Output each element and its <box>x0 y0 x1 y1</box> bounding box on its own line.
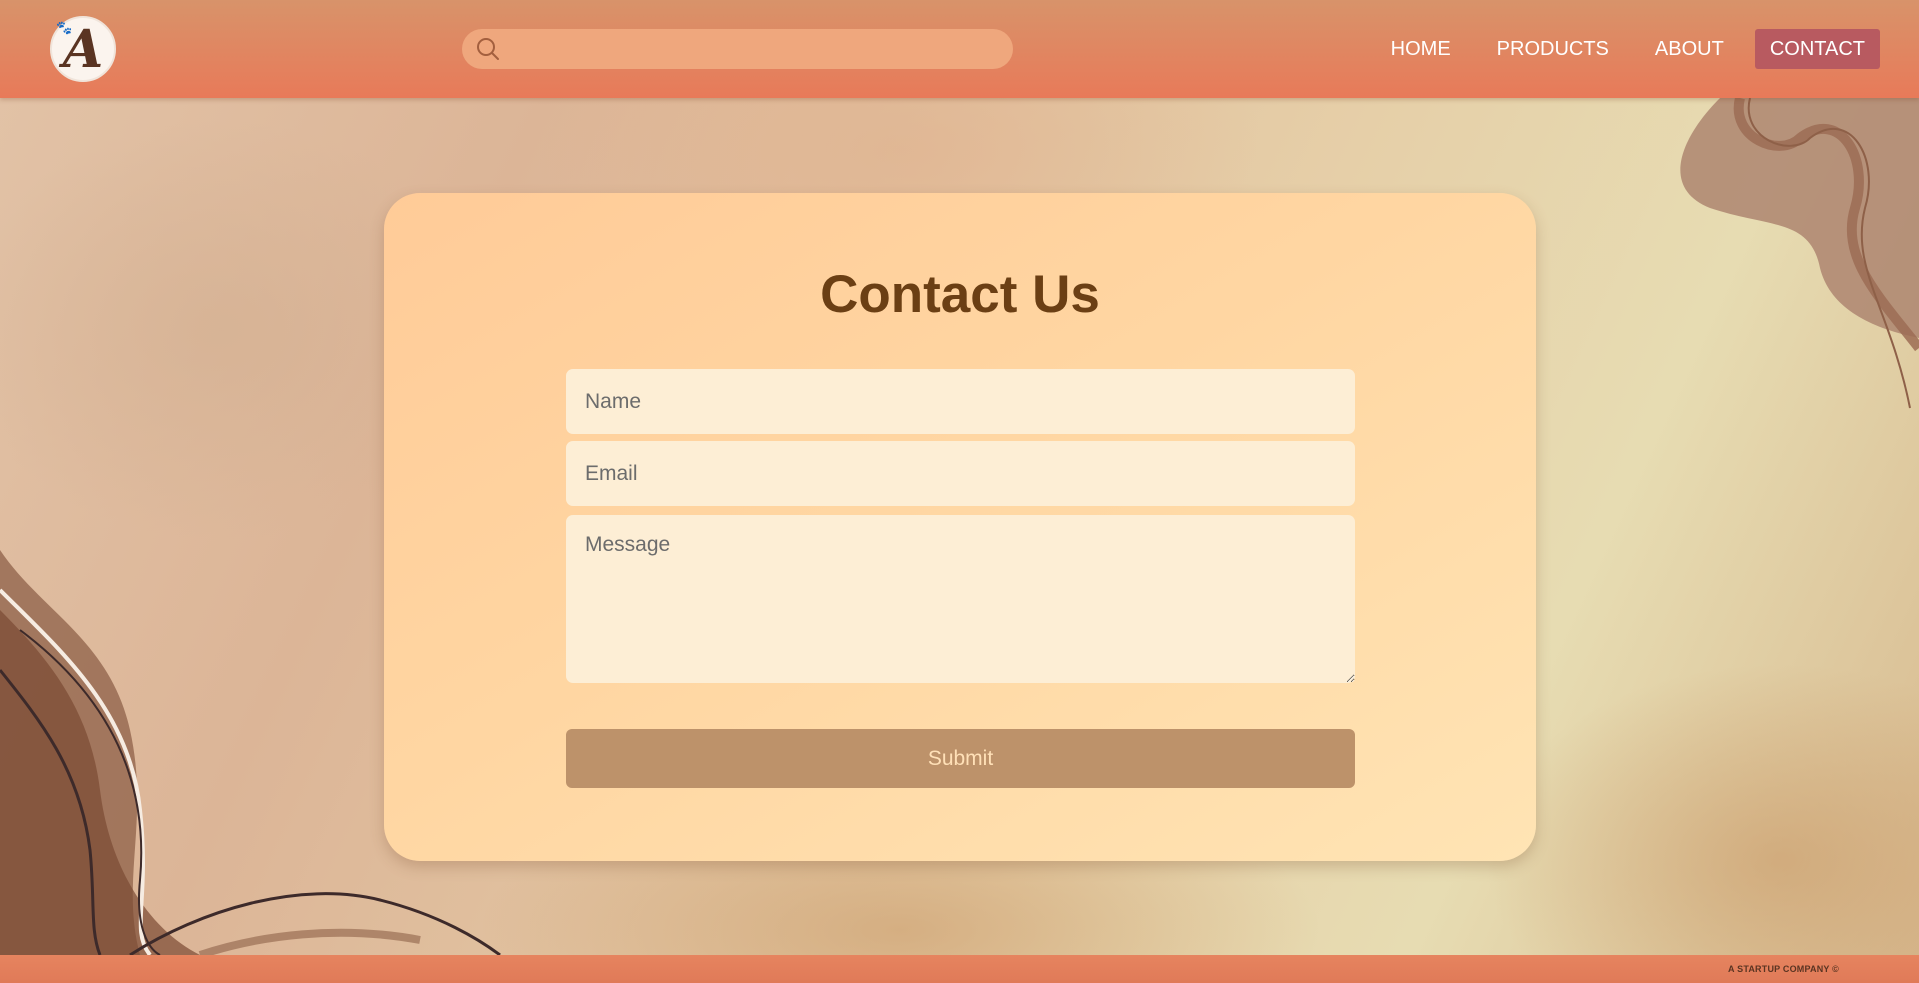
search-input[interactable] <box>512 29 996 71</box>
nav-products[interactable]: PRODUCTS <box>1482 29 1624 69</box>
footer-copyright: A STARTUP COMPANY © <box>1728 964 1839 974</box>
page-title: Contact Us <box>820 265 1100 324</box>
name-field[interactable] <box>566 369 1355 434</box>
submit-button[interactable]: Submit <box>566 729 1355 788</box>
email-field[interactable] <box>566 441 1355 506</box>
search-icon[interactable] <box>476 37 500 61</box>
nav-about[interactable]: ABOUT <box>1640 29 1739 69</box>
nav-contact[interactable]: CONTACT <box>1754 29 1880 69</box>
message-field[interactable] <box>566 515 1355 683</box>
decorative-swirl-top-right <box>1680 98 1919 409</box>
main-nav: HOME PRODUCTS ABOUT CONTACT <box>1360 29 1880 69</box>
footer: A STARTUP COMPANY © <box>0 955 1919 983</box>
contact-card: Contact Us Submit <box>384 193 1536 861</box>
site-logo[interactable]: 🐾 A <box>50 16 116 82</box>
logo-letter: A <box>62 19 104 80</box>
top-navigation-bar: 🐾 A HOME PRODUCTS ABOUT CONTACT <box>0 0 1919 98</box>
search-bar <box>462 29 1013 71</box>
nav-home[interactable]: HOME <box>1376 29 1466 69</box>
